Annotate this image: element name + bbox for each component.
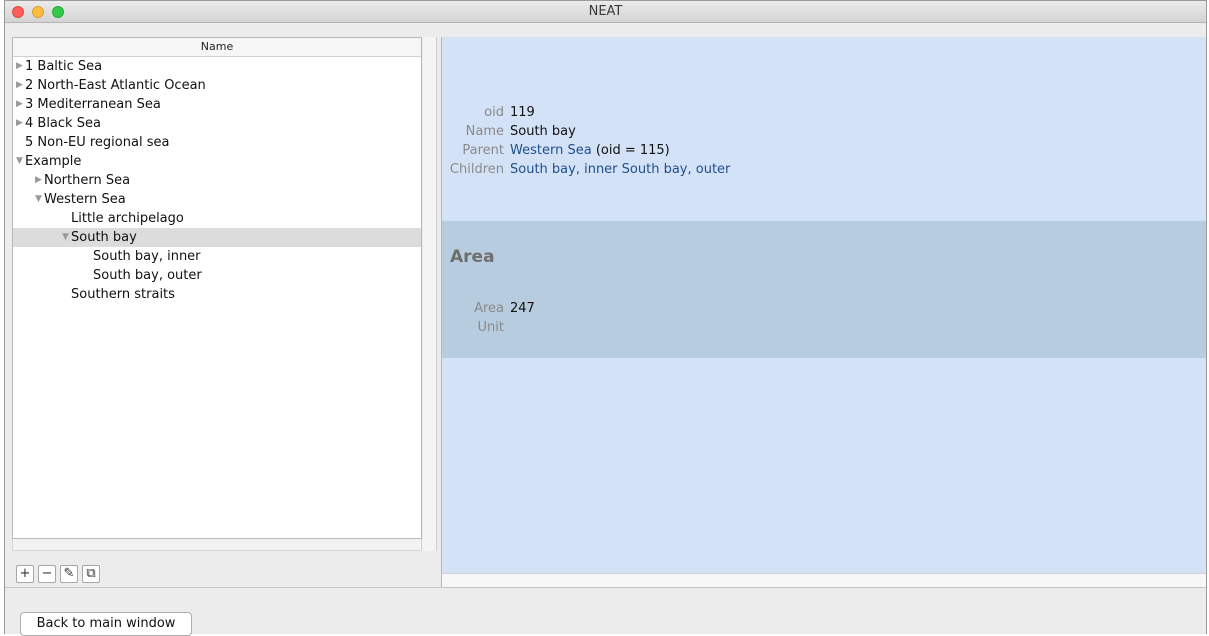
disclosure-triangle-icon[interactable]: ▼ [16,152,23,171]
tree-item-label: Northern Sea [44,173,131,188]
tree-item-label: Example [25,154,82,169]
tree-item-little-archipelago[interactable]: Little archipelago [13,209,421,228]
tree-item-label: South bay [71,230,137,245]
tree-item-black-sea[interactable]: ▶ 4 Black Sea [13,114,421,133]
area-label: Area [474,301,504,316]
parent-oid: (oid = 115) [595,143,670,158]
disclosure-triangle-icon[interactable]: ▶ [16,57,23,76]
tree-item-western-sea[interactable]: ▼ Western Sea [13,190,421,209]
title-bar: NEAT [5,1,1206,23]
minus-icon[interactable]: − [38,565,56,583]
disclosure-triangle-icon[interactable]: ▶ [16,114,23,133]
parent-link[interactable]: Western Sea [510,143,592,158]
tree-item-label: Western Sea [44,192,126,207]
tree-item-northern-sea[interactable]: ▶ Northern Sea [13,171,421,190]
tree-item-south-bay-inner[interactable]: South bay, inner [13,247,421,266]
tree-item-label: Southern straits [71,287,175,302]
area-value: 247 [510,301,535,316]
tree-item-label: 4 Black Sea [25,116,101,131]
children-links[interactable]: South bay, inner South bay, outer [510,160,730,179]
split-view-divider[interactable] [423,37,437,551]
tree-item-label: 3 Mediterranean Sea [25,97,161,112]
footer-divider [5,587,1206,588]
pencil-icon[interactable]: ✎ [60,565,78,583]
tree-item-south-bay[interactable]: ▼ South bay [13,228,421,247]
parent-value: Western Sea (oid = 115) [510,141,670,160]
app-window: NEAT Name ▶ 1 Baltic Sea ▶ 2 North-East … [4,0,1207,636]
tree-item-label: Little archipelago [71,211,184,226]
detail-pane: oid 119 Name South bay Parent Western Se… [441,37,1206,573]
name-column-header[interactable]: Name [13,38,421,57]
disclosure-triangle-icon[interactable]: ▶ [16,95,23,114]
window-title: NEAT [588,4,623,19]
oid-value: 119 [510,105,535,120]
parent-label: Parent [462,143,504,158]
tree-outline[interactable]: Name ▶ 1 Baltic Sea ▶ 2 North-East Atlan… [12,37,422,539]
children-label: Children [449,162,504,177]
oid-label: oid [484,105,504,120]
tree-item-label: South bay, outer [93,268,202,283]
area-section-title: Area [450,247,495,267]
disclosure-triangle-icon[interactable]: ▼ [62,228,69,247]
tree-item-mediterranean-sea[interactable]: ▶ 3 Mediterranean Sea [13,95,421,114]
tree-item-label: 1 Baltic Sea [25,59,103,74]
area-section: Area Area 247 Unit [442,221,1206,358]
copy-icon[interactable]: ⧉ [82,565,100,583]
tree-item-north-east-atlantic[interactable]: ▶ 2 North-East Atlantic Ocean [13,76,421,95]
tree-item-south-bay-outer[interactable]: South bay, outer [13,266,421,285]
tree-item-southern-straits[interactable]: Southern straits [13,285,421,304]
name-label: Name [465,124,504,139]
tree-item-baltic-sea[interactable]: ▶ 1 Baltic Sea [13,57,421,76]
tree-item-label: South bay, inner [93,249,201,264]
tree-item-non-eu-regional-sea[interactable]: 5 Non-EU regional sea [13,133,421,152]
detail-horizontal-scrollbar[interactable] [441,573,1206,587]
tree-item-label: 2 North-East Atlantic Ocean [25,78,206,93]
name-value: South bay [510,124,576,139]
tree-item-label: 5 Non-EU regional sea [25,135,170,150]
tree-item-example[interactable]: ▼ Example [13,152,421,171]
unit-label: Unit [477,320,504,335]
plus-icon[interactable]: + [16,565,34,583]
back-to-main-window-button[interactable]: Back to main window [20,612,192,636]
disclosure-triangle-icon[interactable]: ▶ [16,76,23,95]
tree-toolbar: + − ✎ ⧉ [16,565,100,587]
disclosure-triangle-icon[interactable]: ▼ [35,190,42,209]
disclosure-triangle-icon[interactable]: ▶ [35,171,42,190]
tree-horizontal-scrollbar[interactable] [12,539,422,551]
